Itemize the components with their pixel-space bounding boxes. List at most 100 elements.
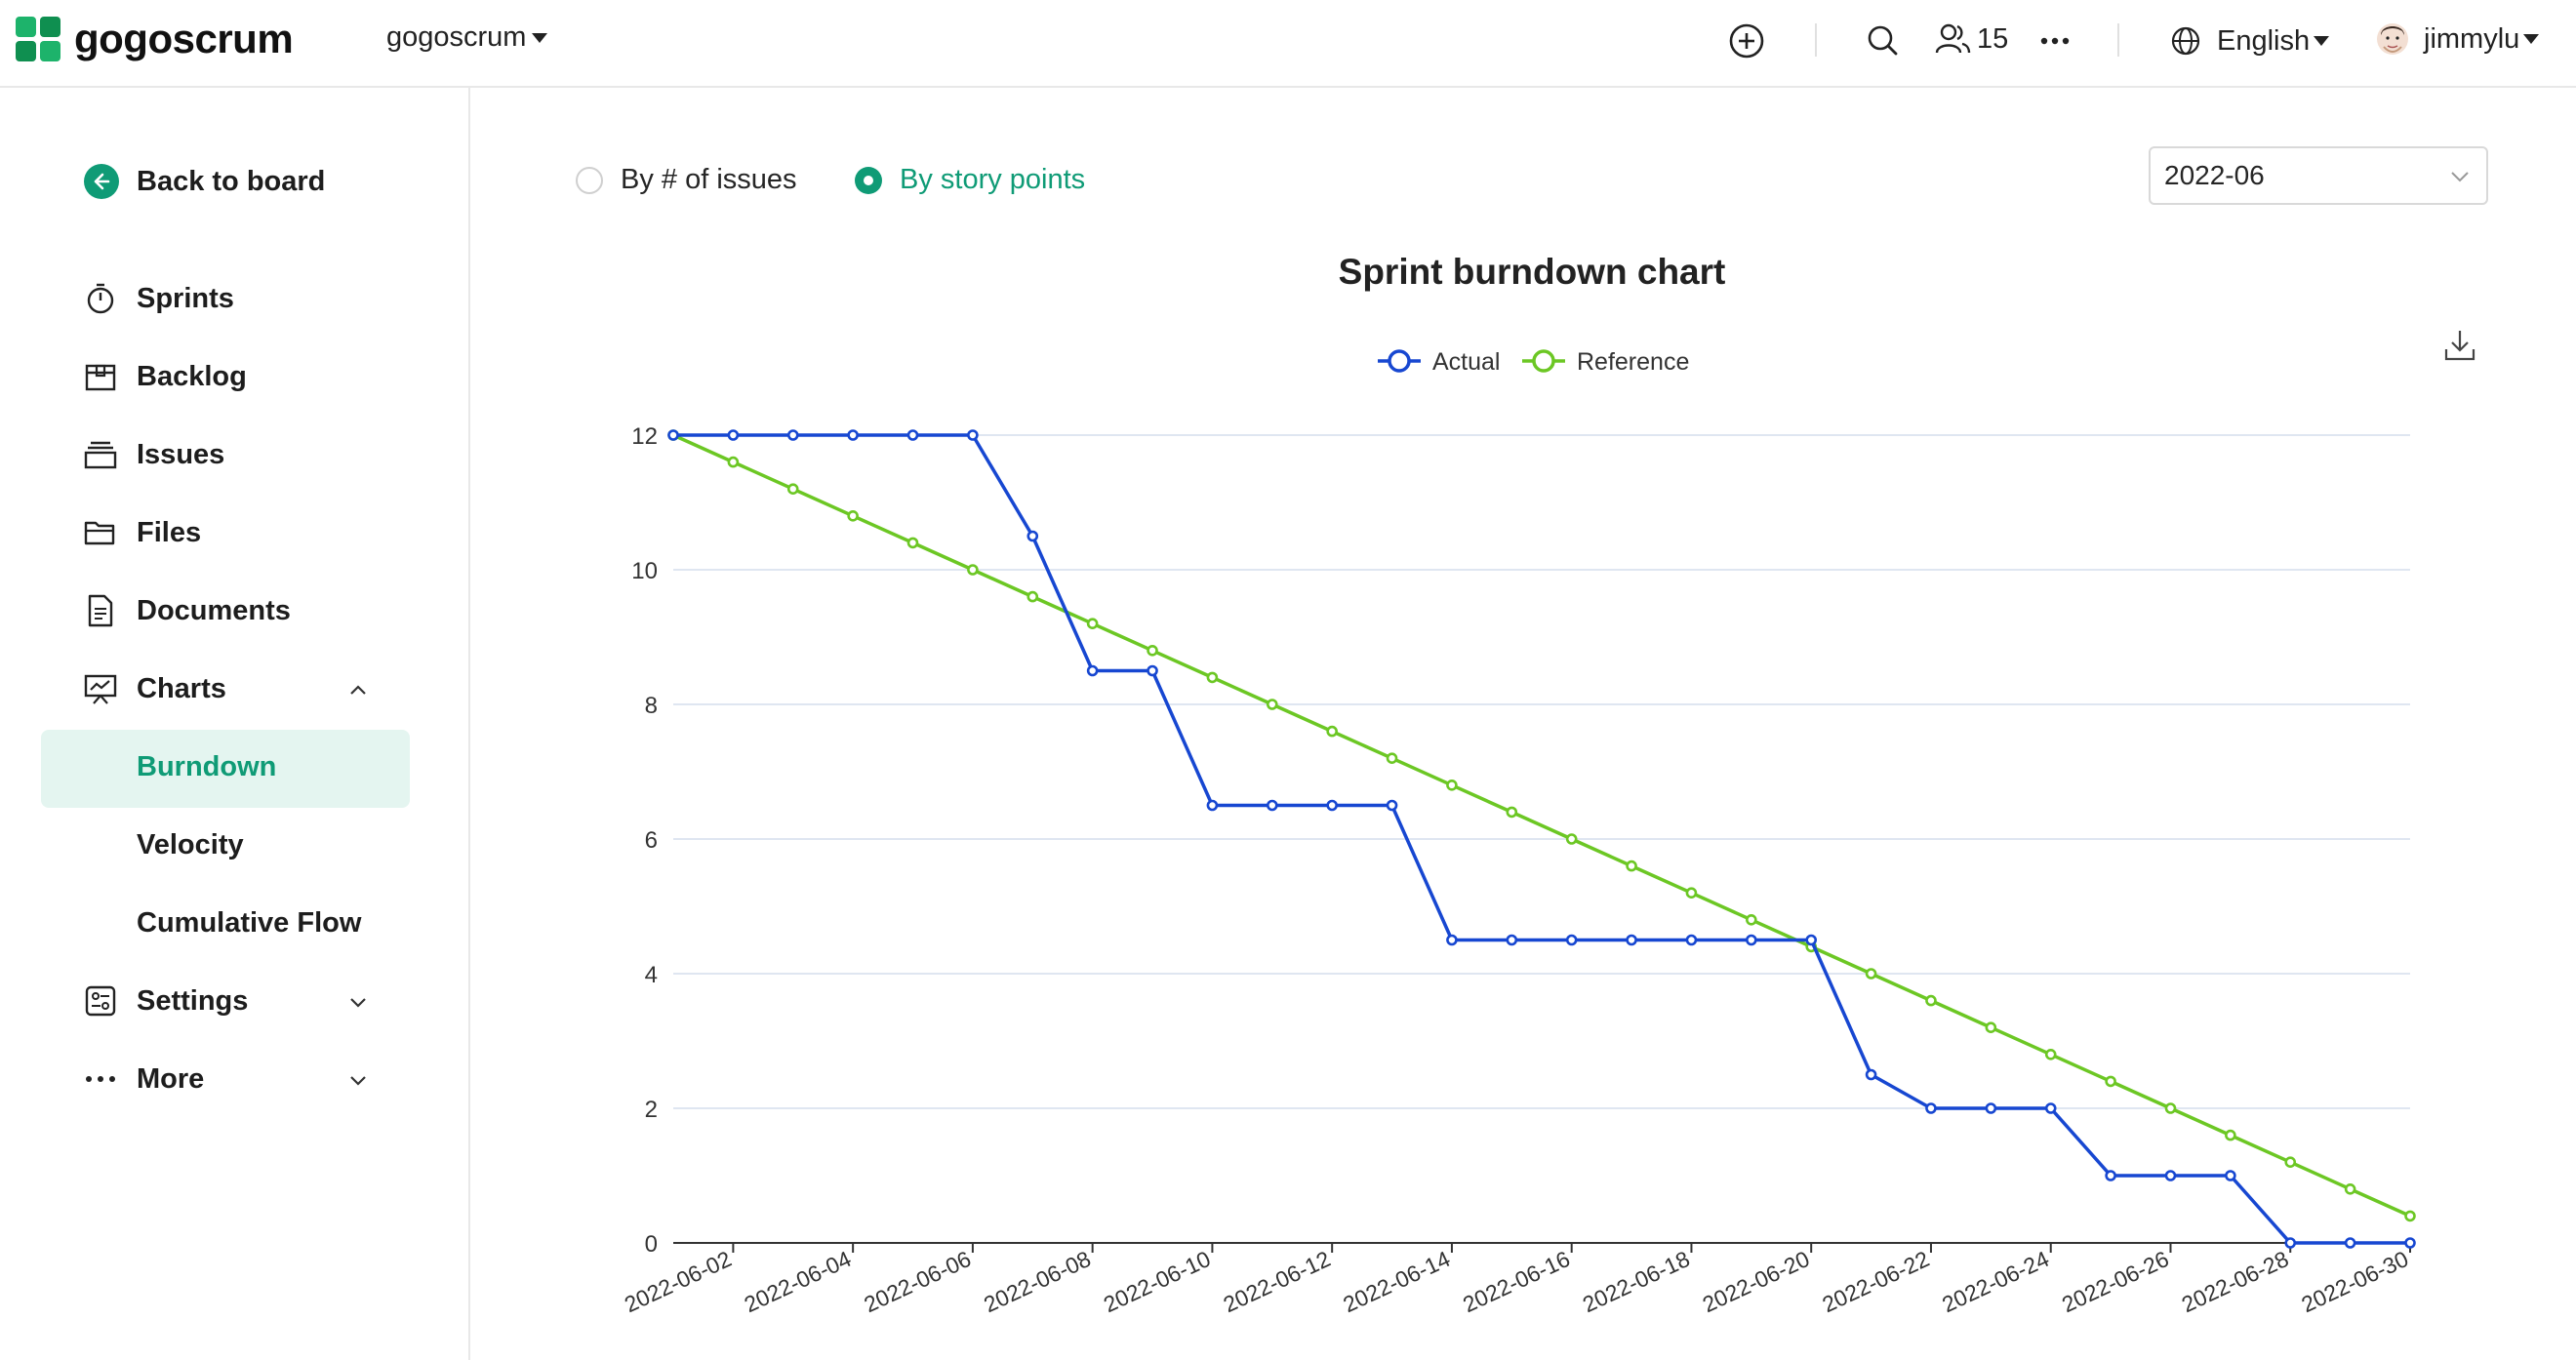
sidebar-item-issues[interactable]: Issues (84, 435, 224, 474)
settings-icon (84, 984, 117, 1018)
radio-by-story-points[interactable]: By story points (855, 164, 1085, 196)
sidebar-item-more[interactable]: More (84, 1060, 386, 1099)
series-line-reference (672, 433, 2411, 1218)
members-button[interactable]: 15 (1934, 20, 2008, 59)
y-tick-label: 2 (645, 1097, 658, 1123)
x-tick-label: 2022-06-14 (1339, 1246, 1454, 1317)
data-point-reference (1985, 1021, 1997, 1034)
data-point-reference (1386, 752, 1398, 765)
caret-down-icon (2523, 34, 2540, 44)
y-tick-label: 8 (645, 693, 658, 719)
sidebar-item-backlog[interactable]: Backlog (84, 357, 247, 396)
chevron-down-icon[interactable] (347, 1069, 369, 1091)
radio-by-issues-label: By # of issues (621, 164, 797, 195)
data-point-actual (1386, 799, 1398, 812)
data-point-actual (1746, 934, 1757, 946)
legend-marker-reference (1532, 349, 1555, 373)
x-tick-label: 2022-06-16 (1459, 1246, 1574, 1317)
x-tick-label: 2022-06-04 (741, 1246, 856, 1317)
sidebar-subitem-velocity[interactable]: Velocity (137, 829, 244, 861)
data-point-reference (2044, 1048, 2057, 1060)
data-point-reference (2404, 1210, 2416, 1222)
data-point-actual (1266, 799, 1278, 812)
data-point-actual (2105, 1170, 2116, 1181)
radio-checked-icon (855, 166, 882, 194)
stack-icon (84, 438, 117, 471)
legend-label-reference: Reference (1577, 348, 1689, 376)
more-icon (2040, 37, 2070, 45)
x-tick-label: 2022-06-06 (860, 1246, 975, 1317)
sidebar-item-settings[interactable]: Settings (84, 981, 386, 1020)
data-point-reference (2344, 1182, 2356, 1195)
y-tick-label: 0 (645, 1231, 658, 1258)
data-point-reference (1147, 644, 1158, 657)
x-tick-label: 2022-06-26 (2058, 1246, 2173, 1317)
back-to-board-label: Back to board (137, 165, 326, 197)
x-tick-label: 2022-06-08 (980, 1246, 1095, 1317)
sidebar-item-documents[interactable]: Documents (84, 591, 291, 630)
x-tick-label: 2022-06-10 (1100, 1246, 1215, 1317)
data-point-reference (1746, 913, 1757, 926)
x-tick-label: 2022-06-12 (1220, 1246, 1335, 1317)
data-point-actual (2164, 1170, 2177, 1181)
data-point-actual (2404, 1237, 2416, 1249)
sidebar: Back to board Sprints Backlog Issues Fil… (0, 88, 470, 1360)
data-point-reference (1026, 590, 1039, 603)
language-label: English (2217, 24, 2311, 57)
presentation-chart-icon (84, 672, 117, 705)
more-button[interactable] (2039, 21, 2071, 60)
username: jimmylu (2424, 22, 2520, 55)
chevron-down-icon (2451, 172, 2469, 182)
radio-unchecked-icon (576, 166, 603, 194)
data-point-reference (1086, 618, 1099, 630)
data-point-actual (1026, 530, 1039, 542)
data-point-actual (1326, 799, 1338, 812)
download-chart-button[interactable] (2443, 328, 2476, 368)
divider (2117, 23, 2119, 57)
member-count: 15 (1977, 22, 2009, 55)
sidebar-subitem-burndown[interactable]: Burndown (137, 751, 276, 783)
chart-title: Sprint burndown chart (1338, 252, 1726, 292)
language-selector[interactable]: English (2168, 21, 2330, 60)
radio-by-issues[interactable]: By # of issues (576, 164, 797, 196)
chevron-up-icon[interactable] (347, 679, 369, 700)
x-tick-label: 2022-06-02 (621, 1246, 736, 1317)
sidebar-item-sprints[interactable]: Sprints (84, 279, 234, 318)
sidebar-item-label: Files (137, 516, 202, 548)
sidebar-item-label: Issues (137, 438, 225, 470)
project-selector[interactable]: gogoscrum (386, 21, 548, 54)
sidebar-subitem-cumulative-flow[interactable]: Cumulative Flow (137, 907, 361, 940)
data-point-actual (2225, 1170, 2236, 1181)
data-point-reference (1925, 994, 1937, 1007)
sidebar-item-files[interactable]: Files (84, 513, 201, 552)
chevron-down-icon[interactable] (347, 991, 369, 1013)
burndown-chart: 0246810122022-06-02 2022-06-04 2022-06-06 2… (621, 348, 2416, 1317)
sidebar-item-charts[interactable]: Charts (84, 669, 386, 708)
data-point-actual (786, 429, 799, 441)
search-button[interactable] (1864, 21, 1903, 60)
folder-icon (84, 516, 117, 549)
data-point-reference (1865, 968, 1877, 980)
data-point-reference (1446, 779, 1458, 791)
add-button[interactable] (1727, 21, 1766, 60)
month-select[interactable]: 2022-06 (2149, 146, 2488, 205)
user-menu[interactable]: jimmylu (2375, 20, 2540, 59)
back-to-board-link[interactable]: Back to board (84, 164, 325, 199)
dots-icon (84, 1062, 117, 1096)
radio-by-story-points-label: By story points (900, 164, 1086, 195)
box-icon (84, 360, 117, 393)
data-point-actual (2044, 1102, 2057, 1114)
project-name: gogoscrum (386, 21, 527, 53)
data-point-actual (1206, 799, 1219, 812)
caret-down-icon (532, 32, 548, 43)
caret-down-icon (2314, 36, 2330, 46)
data-point-reference (2225, 1129, 2236, 1141)
data-point-reference (1565, 833, 1578, 845)
globe-icon (2171, 26, 2200, 56)
data-point-reference (1206, 671, 1219, 684)
y-tick-label: 12 (631, 423, 658, 450)
logo-mark-icon (16, 17, 60, 61)
data-point-actual (1805, 934, 1818, 946)
data-point-actual (667, 429, 679, 441)
brand-logo[interactable]: gogoscrum (16, 16, 294, 62)
